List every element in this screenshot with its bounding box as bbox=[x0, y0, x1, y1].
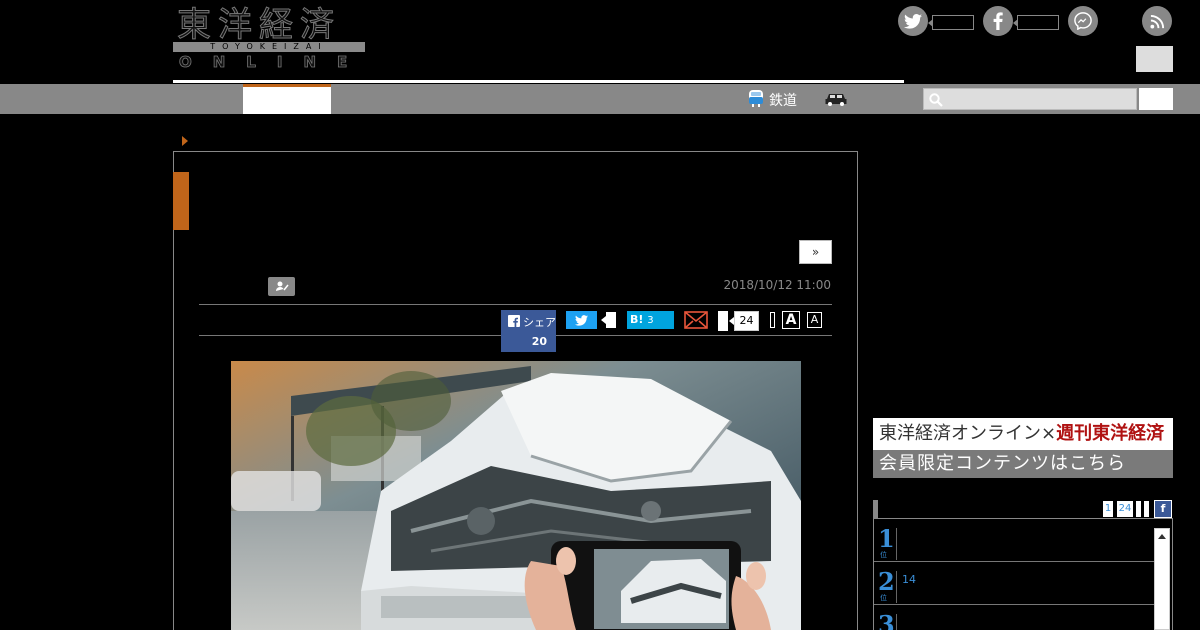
logo-romaji: TOYOKEIZAI bbox=[173, 42, 365, 52]
font-size-small-button[interactable]: A bbox=[807, 312, 822, 328]
facebook-share-count: 20 bbox=[531, 335, 547, 348]
ranking-text: 14 bbox=[902, 573, 916, 586]
logo-kanji: 東洋経済 bbox=[177, 5, 341, 45]
ranking-number: 3 bbox=[878, 610, 895, 630]
messenger-icon[interactable] bbox=[1068, 6, 1098, 36]
facebook-like-count bbox=[1013, 15, 1059, 30]
nav-rail-label: 鉄道 bbox=[769, 93, 797, 109]
twitter-follow[interactable] bbox=[898, 6, 978, 36]
comment-button[interactable] bbox=[718, 311, 728, 331]
login-button[interactable] bbox=[1136, 46, 1173, 72]
twitter-share-button[interactable] bbox=[566, 311, 597, 329]
ranking-separator bbox=[896, 571, 897, 603]
breadcrumb-arrow-icon bbox=[182, 136, 188, 146]
twitter-share-count bbox=[601, 312, 616, 328]
hatena-bookmark-button[interactable]: B! 3 bbox=[627, 311, 674, 329]
car-icon bbox=[824, 91, 848, 110]
ranking-row[interactable]: 2 位 14 bbox=[874, 563, 1154, 605]
search-icon bbox=[929, 92, 943, 111]
ranking-facebook-tab[interactable]: f bbox=[1154, 500, 1172, 518]
twitter-icon bbox=[575, 311, 588, 330]
twitter-follower-count bbox=[928, 15, 974, 30]
ranking-tab-monthly[interactable] bbox=[1144, 501, 1149, 517]
site-logo[interactable]: 東洋経済 TOYOKEIZAI ONLINE bbox=[173, 5, 369, 72]
publish-date: 2018/10/12 11:00 bbox=[723, 278, 831, 292]
ranking-number: 2 bbox=[878, 567, 895, 596]
article-hero-image bbox=[231, 361, 801, 630]
train-icon bbox=[747, 89, 765, 111]
header-divider bbox=[173, 80, 904, 83]
facebook-share-button[interactable]: シェア 20 bbox=[501, 310, 556, 352]
promo-line-1: 東洋経済オンライン×週刊東洋経済 bbox=[873, 418, 1173, 450]
share-bar-top-rule bbox=[199, 304, 832, 305]
facebook-share-label: シェア bbox=[523, 316, 556, 329]
ranking-row[interactable]: 3 bbox=[874, 606, 1154, 630]
search-button[interactable] bbox=[1139, 88, 1173, 110]
facebook-icon bbox=[508, 314, 520, 330]
ranking-separator bbox=[896, 528, 897, 560]
rss-icon[interactable] bbox=[1142, 6, 1172, 36]
rss-feed[interactable] bbox=[1142, 6, 1174, 36]
mail-share-icon[interactable] bbox=[684, 311, 708, 333]
nav-tab-active[interactable] bbox=[243, 84, 331, 114]
title-accent-bar bbox=[173, 172, 189, 230]
promo-text: 東洋経済オンライン× bbox=[879, 423, 1057, 444]
author-follow-button[interactable] bbox=[268, 277, 295, 296]
messenger-share[interactable] bbox=[1068, 6, 1100, 36]
ranking-row[interactable]: 1 位 bbox=[874, 520, 1154, 562]
facebook-follow[interactable] bbox=[983, 6, 1063, 36]
comment-count: 24 bbox=[729, 311, 759, 331]
ranking-unit: 位 bbox=[880, 551, 887, 559]
ranking-scrollbar[interactable] bbox=[1154, 528, 1170, 630]
next-page-button[interactable]: » bbox=[799, 240, 832, 264]
hatena-count: 3 bbox=[647, 315, 654, 326]
search-input[interactable] bbox=[923, 88, 1137, 110]
premium-promo-banner[interactable]: 東洋経済オンライン×週刊東洋経済 会員限定コンテンツはこちら bbox=[873, 418, 1173, 478]
ranking-tab-weekly[interactable] bbox=[1136, 501, 1141, 517]
promo-line-2: 会員限定コンテンツはこちら bbox=[873, 450, 1173, 478]
logo-online: ONLINE bbox=[179, 53, 369, 72]
font-size-large-button[interactable]: A bbox=[782, 311, 800, 329]
promo-magazine: 週刊東洋経済 bbox=[1056, 423, 1165, 444]
twitter-icon[interactable] bbox=[898, 6, 928, 36]
author-pen-icon bbox=[275, 277, 289, 296]
facebook-icon[interactable] bbox=[983, 6, 1013, 36]
nav-item-rail[interactable]: 鉄道 bbox=[747, 89, 797, 111]
ranking-number: 1 bbox=[878, 524, 895, 553]
ranking-tab-24h[interactable]: 24 bbox=[1117, 501, 1133, 517]
hatena-label: B! bbox=[630, 313, 644, 326]
ranking-unit: 位 bbox=[880, 594, 887, 602]
ranking-tab-1h[interactable]: 1 bbox=[1103, 501, 1113, 517]
scroll-up-arrow-icon[interactable] bbox=[1158, 534, 1166, 539]
nav-item-car[interactable] bbox=[824, 91, 848, 110]
ranking-separator bbox=[896, 614, 897, 630]
font-size-divider bbox=[770, 312, 775, 328]
